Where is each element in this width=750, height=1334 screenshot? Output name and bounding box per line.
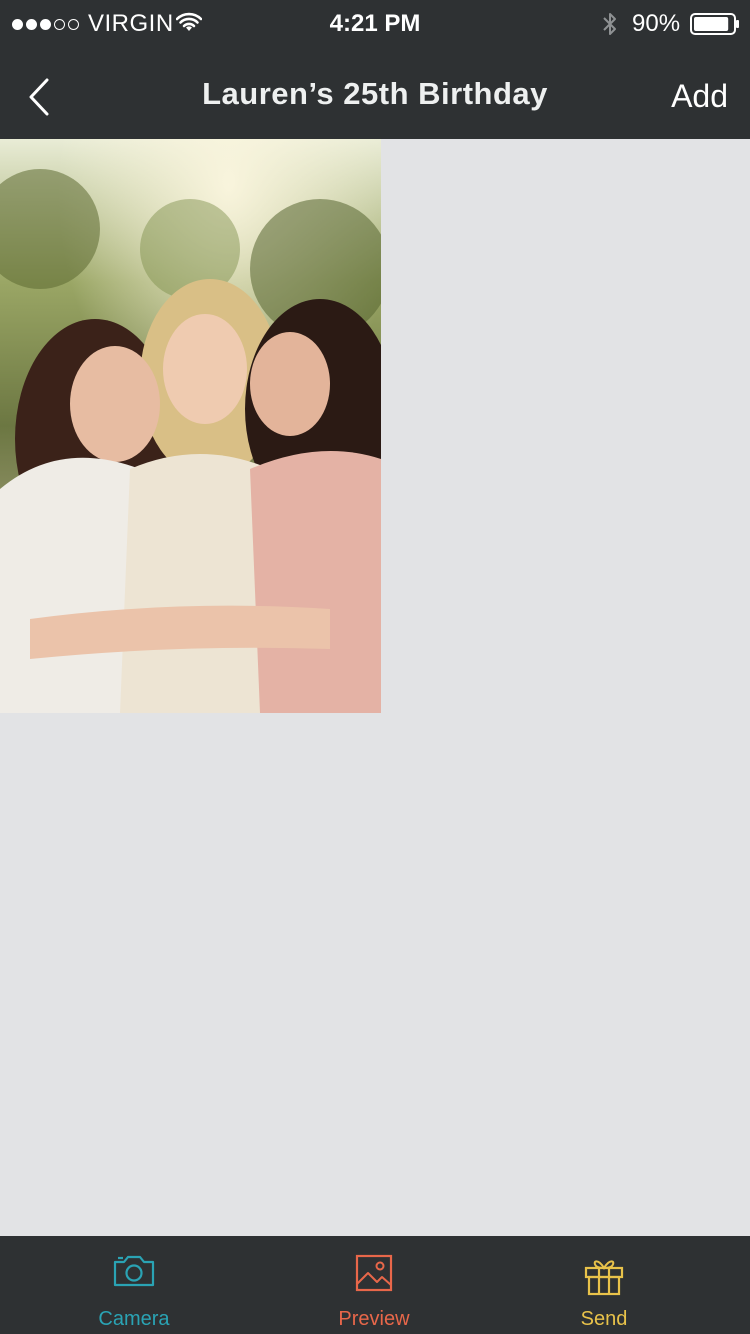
bluetooth-icon xyxy=(603,13,616,35)
photo-image xyxy=(0,139,381,713)
tab-camera[interactable]: Camera xyxy=(44,1236,224,1334)
tab-bar: Camera Preview Send xyxy=(0,1236,750,1334)
photo-thumbnail[interactable] xyxy=(0,139,381,713)
top-bar: VIRGIN 4:21 PM 90% Lauren’s 25th Birthda… xyxy=(0,0,750,139)
tab-preview[interactable]: Preview xyxy=(284,1236,464,1334)
tab-preview-label: Preview xyxy=(338,1308,410,1330)
battery-icon xyxy=(690,13,739,35)
page-title: Lauren’s 25th Birthday xyxy=(202,76,548,111)
camera-icon xyxy=(113,1255,155,1287)
image-icon xyxy=(355,1254,393,1292)
tab-camera-label: Camera xyxy=(98,1308,170,1330)
battery-percentage: 90% xyxy=(632,10,681,37)
status-bar: VIRGIN 4:21 PM 90% xyxy=(0,0,750,48)
tab-send-label: Send xyxy=(580,1308,628,1330)
tab-send[interactable]: Send xyxy=(514,1236,694,1334)
navigation-bar: Lauren’s 25th Birthday Add xyxy=(0,48,750,139)
gift-icon xyxy=(584,1260,624,1296)
add-button[interactable]: Add xyxy=(671,78,728,115)
photo-grid xyxy=(0,139,750,1236)
